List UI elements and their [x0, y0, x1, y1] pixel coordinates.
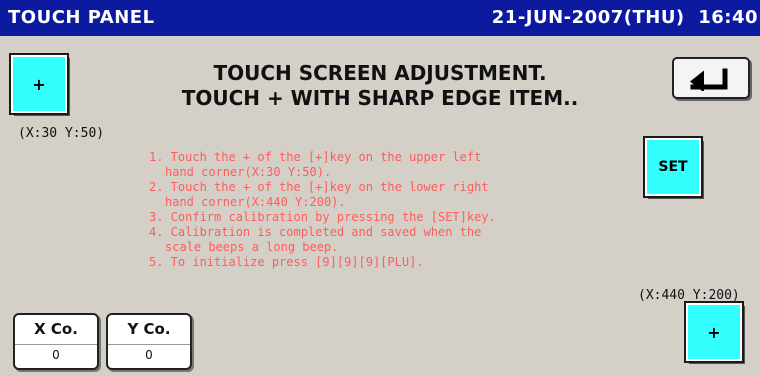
- x-coordinate-label: X Co.: [34, 320, 78, 338]
- back-button[interactable]: [672, 57, 750, 99]
- plus-key-lower-right[interactable]: +: [684, 301, 744, 363]
- screen-title: TOUCH PANEL: [8, 7, 155, 28]
- instruction-line: 5. To initialize press [9][9][9][PLU].: [149, 255, 424, 269]
- date-time: 21-JUN-2007(THU) 16:40: [491, 7, 758, 28]
- instruction-line: scale beeps a long beep.: [165, 240, 339, 254]
- y-coordinate-label: Y Co.: [127, 320, 171, 338]
- touch-panel-screen: TOUCH PANEL 21-JUN-2007(THU) 16:40 + TOU…: [0, 0, 760, 376]
- heading-line-2: TOUCH + WITH SHARP EDGE ITEM..: [181, 86, 579, 110]
- y-coordinate-readout: Y Co. 0: [106, 313, 192, 370]
- set-button[interactable]: SET: [643, 136, 703, 198]
- instruction-line: 3. Confirm calibration by pressing the […: [149, 210, 496, 224]
- instruction-line: 4. Calibration is completed and saved wh…: [149, 225, 482, 239]
- divider: [108, 344, 190, 345]
- back-arrow-icon: [690, 68, 728, 91]
- plus-key-upper-left[interactable]: +: [9, 53, 69, 115]
- instruction-line: hand corner(X:440 Y:200).: [165, 195, 346, 209]
- instruction-line: 2. Touch the + of the [+]key on the lowe…: [149, 180, 489, 194]
- upper-left-coordinate: (X:30 Y:50): [18, 126, 105, 141]
- page-heading: TOUCH SCREEN ADJUSTMENT. TOUCH + WITH SH…: [120, 61, 640, 111]
- divider: [15, 344, 97, 345]
- x-coordinate-readout: X Co. 0: [13, 313, 99, 370]
- lower-right-coordinate: (X:440 Y:200): [638, 288, 740, 303]
- y-coordinate-value: 0: [145, 348, 153, 362]
- heading-line-1: TOUCH SCREEN ADJUSTMENT.: [213, 61, 547, 85]
- instruction-list: 1. Touch the + of the [+]key on the uppe…: [149, 150, 569, 270]
- instruction-line: 1. Touch the + of the [+]key on the uppe…: [149, 150, 482, 164]
- title-bar: TOUCH PANEL 21-JUN-2007(THU) 16:40: [0, 0, 760, 36]
- instruction-line: hand corner(X:30 Y:50).: [165, 165, 332, 179]
- x-coordinate-value: 0: [52, 348, 60, 362]
